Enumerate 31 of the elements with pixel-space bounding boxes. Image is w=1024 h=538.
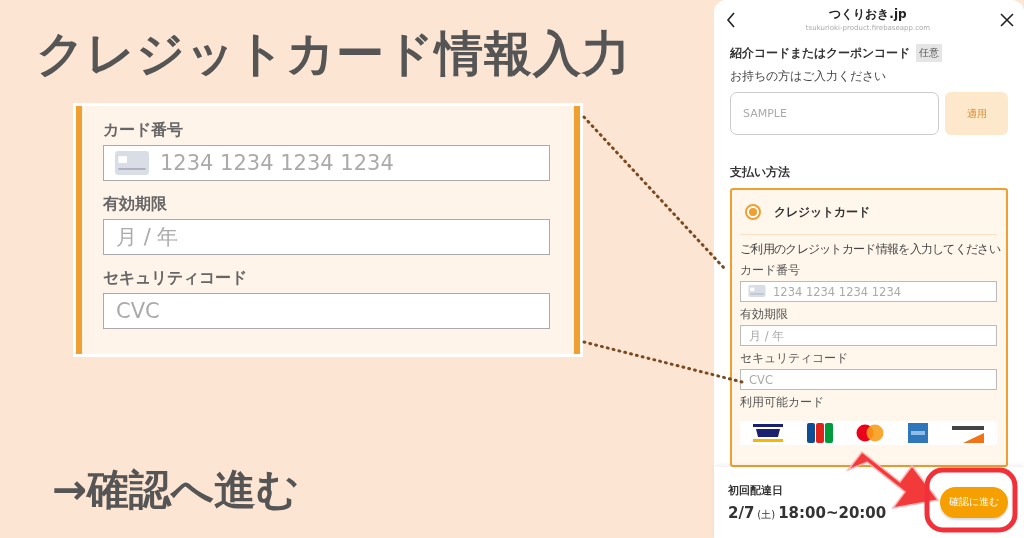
coupon-input-field[interactable]: SAMPLE [730, 92, 939, 136]
field-label: セキュリティコード [103, 268, 248, 289]
field-label: セキュリティコード [740, 350, 849, 368]
field-label: カード番号 [740, 262, 801, 280]
delivery-date: 2/7 [728, 503, 755, 522]
hint-text: お持ちの方はご入力ください [730, 68, 887, 86]
headline: クレジットカード情報入力 [36, 24, 632, 83]
optional-badge: 任意 [916, 44, 942, 63]
input-field[interactable]: CVC [740, 369, 997, 391]
field-label: 有効期限 [740, 306, 789, 324]
field-label: 有効期限 [103, 194, 168, 215]
payment-method-label: クレジットカード [774, 203, 870, 221]
caption: →確認へ進む [52, 464, 301, 516]
page-title: つくりおき.jp [829, 6, 907, 23]
radio-button[interactable] [745, 204, 761, 221]
input-field[interactable]: 月 / 年 [740, 325, 997, 347]
input-field[interactable]: 1234 1234 1234 1234 [740, 281, 997, 303]
input-field[interactable]: 月 / 年 [103, 219, 550, 255]
input-field[interactable]: 1234 1234 1234 1234 [103, 145, 550, 181]
confirm-button[interactable]: 確認に進む [940, 487, 1008, 519]
delivery-time: 18:00~20:00 [778, 503, 887, 522]
back-icon[interactable] [726, 12, 736, 28]
section-title: 支払い方法 [730, 165, 790, 181]
accepted-cards-label: 利用可能カード [740, 394, 825, 412]
field-label: カード番号 [103, 120, 184, 141]
input-field[interactable]: CVC [103, 293, 550, 329]
mastercard-logo-icon [856, 424, 885, 443]
weekday: (土) [757, 507, 776, 522]
section-title: 紹介コードまたはクーポンコード [730, 45, 910, 61]
delivery-label: 初回配達日 [728, 483, 784, 498]
close-icon[interactable] [1000, 13, 1014, 27]
